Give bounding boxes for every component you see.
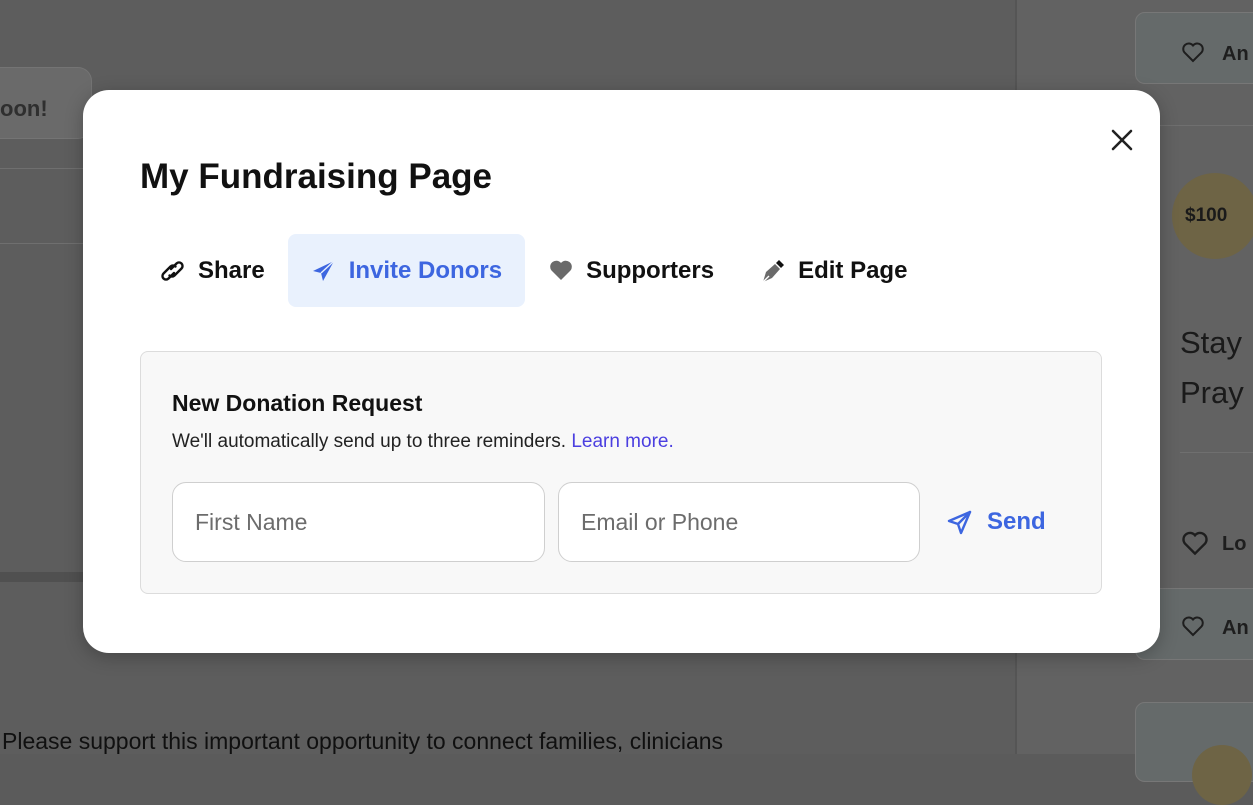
background-button-label: oon! [0, 96, 48, 121]
tab-label: Supporters [586, 256, 715, 284]
panel-description: We'll automatically send up to three rem… [172, 431, 674, 453]
pen-icon [762, 259, 785, 282]
modal-tabs: Share Invite Donors Supporters Edit Page [140, 234, 930, 307]
tab-supporters[interactable]: Supporters [525, 234, 737, 307]
send-icon [947, 510, 972, 535]
link-icon [161, 260, 184, 281]
background-card-label: An [1222, 617, 1249, 639]
background-avatar [1192, 745, 1252, 805]
close-icon[interactable] [1106, 124, 1138, 156]
panel-description-text: We'll automatically send up to three rem… [172, 431, 567, 452]
modal-title: My Fundraising Page [140, 157, 492, 196]
background-card-label: An [1222, 43, 1249, 65]
panel-title: New Donation Request [172, 390, 423, 416]
heart-outline-icon [1182, 616, 1204, 637]
tab-label: Edit Page [798, 256, 908, 284]
donation-request-panel: New Donation Request We'll automatically… [140, 351, 1102, 594]
background-amount-text: $100 [1185, 205, 1228, 226]
tab-edit-page[interactable]: Edit Page [737, 234, 930, 307]
tab-invite-donors[interactable]: Invite Donors [287, 234, 526, 307]
tab-label: Share [198, 256, 265, 284]
heart-outline-icon [1182, 531, 1208, 556]
send-button-label: Send [987, 508, 1046, 535]
paper-plane-icon [312, 259, 335, 281]
email-or-phone-input[interactable] [558, 482, 920, 562]
background-card-label: Lo [1222, 533, 1247, 555]
background-heading-line: Pray [1180, 375, 1244, 410]
tab-label: Invite Donors [348, 256, 503, 284]
tab-share[interactable]: Share [140, 234, 288, 307]
background-heading-line: Stay [1180, 325, 1243, 360]
send-button[interactable]: Send [947, 500, 1046, 544]
background-description: Please support this important opportunit… [2, 728, 724, 754]
heart-icon [550, 260, 572, 280]
background-divider [1180, 452, 1253, 453]
heart-outline-icon [1182, 42, 1204, 63]
first-name-input[interactable] [172, 482, 545, 562]
fundraising-modal: My Fundraising Page Share Invite Donors … [83, 90, 1160, 653]
learn-more-link[interactable]: Learn more. [571, 431, 673, 452]
